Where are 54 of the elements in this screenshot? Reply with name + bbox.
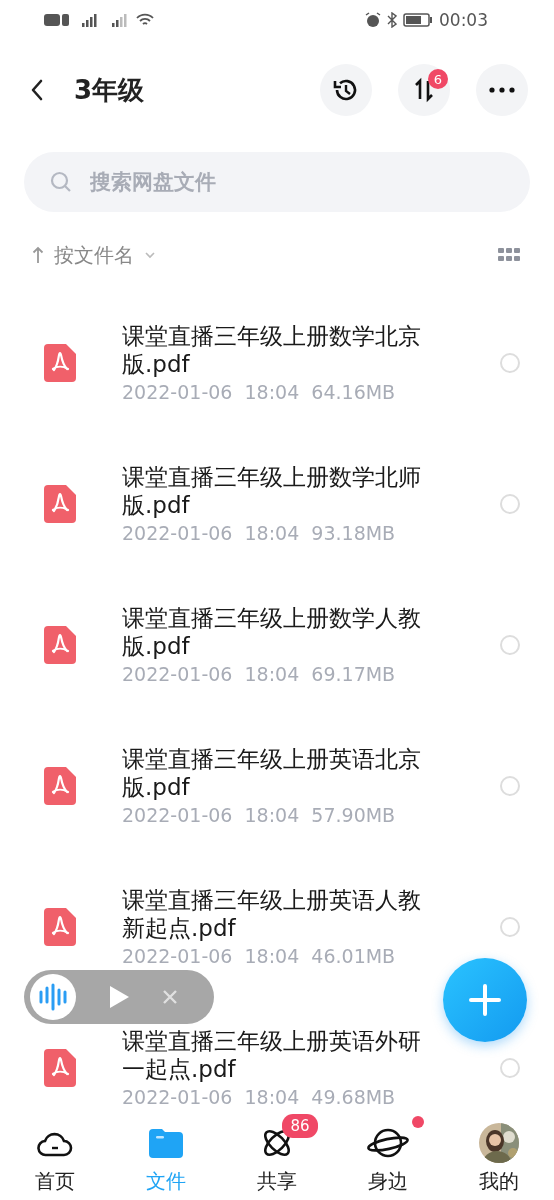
close-icon[interactable] xyxy=(162,989,178,1005)
file-name[interactable]: 课堂直播三年级上册数学北京版.pdf xyxy=(122,322,434,378)
nav-tab[interactable]: 我的 xyxy=(443,1116,554,1200)
file-details: 2022-01-06 18:04 49.68MB xyxy=(122,1086,397,1108)
file-details: 2022-01-06 18:04 93.18MB xyxy=(122,522,397,544)
search-field[interactable]: 搜索网盘文件 xyxy=(24,152,530,212)
select-radio[interactable] xyxy=(500,493,520,514)
history-button[interactable] xyxy=(320,64,372,116)
file-name[interactable]: 课堂直播三年级上册数学人教版.pdf xyxy=(122,604,434,660)
select-radio[interactable] xyxy=(500,634,520,655)
count-badge: 86 xyxy=(282,1114,318,1138)
nav-tab[interactable]: 86 共享 xyxy=(221,1116,333,1200)
clock-time: 00:03 xyxy=(439,10,488,30)
grid-view-icon[interactable] xyxy=(498,248,520,262)
file-details: 2022-01-06 18:04 64.16MB xyxy=(122,381,397,403)
voice-button[interactable] xyxy=(30,974,76,1020)
more-icon xyxy=(489,87,515,93)
chevron-down-icon xyxy=(144,251,156,259)
pdf-file-icon xyxy=(44,766,76,805)
play-icon[interactable] xyxy=(108,984,130,1010)
select-radio[interactable] xyxy=(500,352,520,373)
battery-icon xyxy=(403,13,433,27)
page-title: 3年级 xyxy=(74,73,145,107)
transfer-button[interactable]: 6 xyxy=(398,64,450,116)
file-name[interactable]: 课堂直播三年级上册英语人教新起点.pdf xyxy=(122,886,434,942)
sound-wave-icon xyxy=(38,983,68,1011)
up-arrow-icon xyxy=(32,246,44,264)
pdf-file-icon xyxy=(44,625,76,664)
more-button[interactable] xyxy=(476,64,528,116)
plus-icon xyxy=(468,983,502,1017)
file-details: 2022-01-06 18:04 57.90MB xyxy=(122,804,397,826)
nav-tab[interactable]: 首页 xyxy=(0,1116,111,1200)
count-badge: 6 xyxy=(428,69,448,89)
pdf-file-icon xyxy=(44,907,76,946)
bluetooth-icon xyxy=(387,12,397,28)
select-radio[interactable] xyxy=(500,1057,520,1078)
select-radio[interactable] xyxy=(500,775,520,796)
hd-icon xyxy=(44,14,70,26)
wifi-icon xyxy=(136,13,154,27)
folder-icon xyxy=(149,1128,184,1158)
file-name[interactable]: 课堂直播三年级上册数学北师版.pdf xyxy=(122,463,434,519)
select-radio[interactable] xyxy=(500,916,520,937)
alarm-icon xyxy=(365,12,381,28)
nav-tab[interactable]: 身边 xyxy=(332,1116,444,1200)
file-name[interactable]: 课堂直播三年级上册英语外研一起点.pdf xyxy=(122,1027,434,1083)
file-details: 2022-01-06 18:04 46.01MB xyxy=(122,945,397,967)
pdf-file-icon xyxy=(44,343,76,382)
pdf-file-icon xyxy=(44,1048,76,1087)
pdf-file-icon xyxy=(44,484,76,523)
planet-icon xyxy=(365,1126,410,1160)
sort-dropdown[interactable]: 按文件名 xyxy=(32,241,156,269)
file-details: 2022-01-06 18:04 69.17MB xyxy=(122,663,397,685)
file-name[interactable]: 课堂直播三年级上册英语北京版.pdf xyxy=(122,745,434,801)
add-button[interactable] xyxy=(443,958,527,1042)
